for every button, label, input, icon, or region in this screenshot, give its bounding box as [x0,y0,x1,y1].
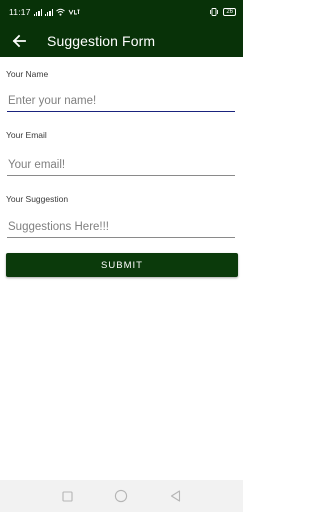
submit-label: SUBMIT [101,259,143,271]
system-back-button[interactable] [164,484,188,508]
status-left: 11:17 [9,7,80,17]
name-label: Your Name [6,69,49,79]
name-input[interactable] [7,92,235,112]
navigation-bar [0,480,243,512]
signal-icon [33,8,42,16]
suggestion-label: Your Suggestion [6,194,69,204]
status-bar: 11:17 26 [0,0,243,24]
email-input[interactable] [7,156,235,176]
screen: 11:17 26 Suggestion Form Your Name Enter… [0,0,243,512]
wifi-icon [56,8,65,16]
battery-icon: 26 [223,8,236,16]
circle-icon [115,489,128,503]
vibrate-icon [210,8,219,16]
signal-icon-2 [44,8,54,16]
status-time: 11:17 [9,7,31,17]
recents-button[interactable] [55,484,79,508]
volte-icon [68,9,80,16]
arrow-left-icon [12,34,26,47]
square-icon [62,490,73,502]
triangle-back-icon [171,490,181,502]
submit-button[interactable]: SUBMIT [6,253,238,277]
back-button[interactable] [0,24,38,57]
status-right: 26 [209,8,236,16]
email-label: Your Email [6,130,47,140]
battery-level: 26 [226,9,233,15]
app-bar: Suggestion Form [0,24,243,57]
suggestion-input[interactable] [7,218,235,238]
home-button[interactable] [109,484,133,508]
page-title: Suggestion Form [47,32,156,49]
